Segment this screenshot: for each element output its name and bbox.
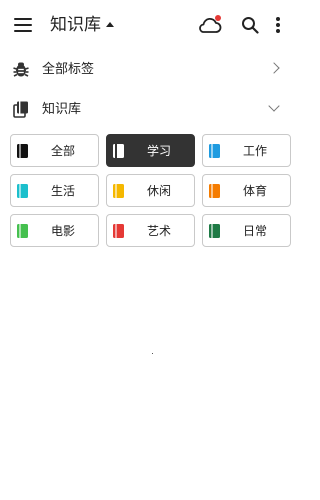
all-tags-label: 全部标签	[42, 62, 95, 77]
knowledge-base-row[interactable]: 知识库	[0, 90, 303, 130]
category-label: 日常	[242, 224, 267, 238]
notebook-icon	[209, 184, 220, 198]
category-chip-leisure[interactable]: 休闲	[106, 174, 195, 207]
category-chip-life[interactable]: 生活	[10, 174, 99, 207]
knowledge-base-label: 知识库	[42, 102, 82, 117]
notebooks-icon	[13, 101, 28, 118]
notebook-icon	[17, 224, 28, 238]
notebook-icon	[209, 144, 220, 158]
notification-dot	[215, 15, 221, 21]
stray-dot	[152, 353, 153, 354]
category-label: 艺术	[146, 224, 171, 238]
search-icon[interactable]	[241, 16, 259, 34]
chevron-down-icon	[268, 100, 280, 112]
chevron-right-icon	[268, 62, 280, 74]
bug-icon	[13, 62, 29, 77]
category-chip-art[interactable]: 艺术	[106, 214, 195, 247]
notebook-icon	[17, 144, 28, 158]
more-vert-icon[interactable]	[275, 16, 281, 34]
menu-icon[interactable]	[14, 18, 32, 32]
notebook-icon	[17, 184, 28, 198]
category-label: 全部	[50, 144, 75, 158]
page-title[interactable]: 知识库	[50, 13, 101, 37]
category-chip-study[interactable]: 学习	[106, 134, 195, 167]
all-tags-row[interactable]: 全部标签	[0, 50, 303, 90]
category-chip-movies[interactable]: 电影	[10, 214, 99, 247]
category-label: 电影	[50, 224, 75, 238]
notebook-icon	[113, 224, 124, 238]
category-label: 学习	[146, 144, 171, 158]
category-chip-work[interactable]: 工作	[202, 134, 291, 167]
app-bar: 知识库	[0, 0, 303, 50]
category-label: 体育	[242, 184, 267, 198]
notebook-icon	[113, 184, 124, 198]
category-label: 休闲	[146, 184, 171, 198]
category-chip-all[interactable]: 全部	[10, 134, 99, 167]
caret-up-icon[interactable]	[106, 22, 114, 27]
notebook-icon	[113, 144, 124, 158]
category-chip-sports[interactable]: 体育	[202, 174, 291, 207]
category-chip-daily[interactable]: 日常	[202, 214, 291, 247]
notebook-icon	[209, 224, 220, 238]
category-label: 生活	[50, 184, 75, 198]
cloud-sync-icon[interactable]	[197, 14, 223, 36]
category-label: 工作	[242, 144, 267, 158]
